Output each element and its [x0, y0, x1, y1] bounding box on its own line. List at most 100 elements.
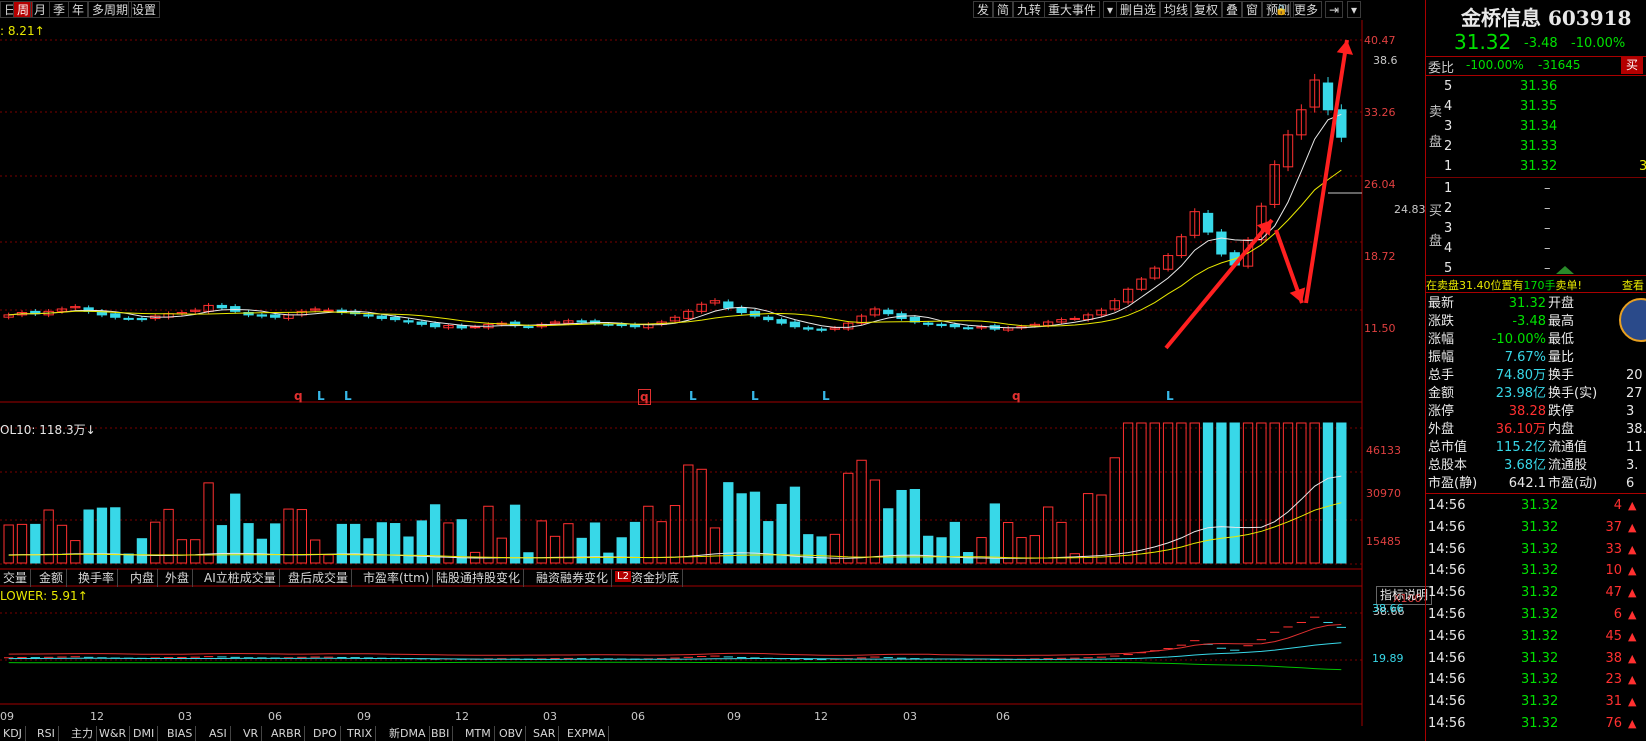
- dropdown-arrow-icon[interactable]: ▾: [1103, 1, 1118, 18]
- candle-body: [763, 316, 774, 321]
- indicator-tab[interactable]: 新DMA: [386, 726, 430, 741]
- volume-bar: [429, 504, 441, 564]
- indicator-tab[interactable]: 内盘: [127, 569, 159, 587]
- indicator-tab[interactable]: W&R: [96, 726, 131, 741]
- stat-value: 3.68亿: [1504, 458, 1546, 473]
- indicator-tab[interactable]: RSI: [34, 726, 59, 741]
- indicator-tab[interactable]: DPO: [310, 726, 341, 741]
- indicator-tab[interactable]: TRIX: [344, 726, 377, 741]
- stat-label: 内盘: [1548, 422, 1575, 437]
- tick-price: 31.32: [1521, 498, 1559, 513]
- indicator-tab[interactable]: 金额: [36, 569, 68, 587]
- indicator-tab[interactable]: ARBR: [268, 726, 306, 741]
- indicator-tab[interactable]: KDJ: [0, 726, 26, 741]
- volume-bar: [883, 508, 894, 564]
- lower-axis-label: 19.89: [1372, 652, 1404, 665]
- indicator-tab[interactable]: 外盘: [162, 569, 194, 587]
- buy-button[interactable]: 买: [1621, 57, 1643, 74]
- price-change: -3.48: [1524, 36, 1558, 51]
- signal-mark: q: [638, 389, 651, 405]
- indicator-tab[interactable]: AI立桩成交量: [201, 569, 280, 587]
- volume-bar: [576, 537, 587, 564]
- month-label: 06: [631, 710, 645, 723]
- volume-bar: [70, 540, 81, 564]
- kline-chart[interactable]: [0, 20, 1412, 726]
- volume-bar: [1202, 422, 1214, 564]
- indicator-tab[interactable]: 资金抄底: [628, 569, 684, 587]
- sell-level-number: 5: [1444, 79, 1453, 94]
- indicator-tab[interactable]: EXPMA: [564, 726, 610, 741]
- up-arrow-icon: ▲: [1628, 520, 1637, 534]
- stat-label: 最高: [1548, 314, 1575, 329]
- collapse-arrow-icon[interactable]: [1556, 266, 1574, 274]
- indicator-tab[interactable]: BBI: [428, 726, 454, 741]
- month-label: 03: [543, 710, 557, 723]
- toolbar-button[interactable]: 删自选: [1116, 1, 1161, 18]
- volume-bar: [230, 493, 241, 564]
- volume-bar: [256, 538, 268, 564]
- toolbar-button[interactable]: 窗: [1242, 1, 1263, 18]
- tick-time: 14:56: [1428, 672, 1466, 688]
- volume-bar: [243, 523, 254, 564]
- price-axis-label: 11.50: [1364, 322, 1396, 335]
- volume-bar: [389, 523, 401, 564]
- volume-bar: [16, 523, 28, 564]
- period-button[interactable]: 设置: [128, 1, 161, 18]
- expand-icon[interactable]: ⇥: [1325, 1, 1344, 18]
- up-arrow-icon: ▲: [1628, 499, 1637, 512]
- indicator-tab[interactable]: BIAS: [164, 726, 197, 741]
- period-button[interactable]: 多周期: [88, 1, 133, 18]
- volume-bar: [763, 521, 774, 564]
- indicator-tab[interactable]: 交量: [0, 569, 32, 587]
- candle-body: [230, 306, 241, 312]
- period-button[interactable]: 月: [30, 1, 51, 18]
- sell-level-price: 31.36: [1520, 79, 1558, 94]
- volume-bar: [656, 521, 667, 564]
- toolbar-button[interactable]: 简: [993, 1, 1014, 18]
- volume-bar: [310, 539, 321, 564]
- toolbar-button[interactable]: 发: [973, 1, 994, 18]
- sell-level-price: 31.35: [1520, 99, 1558, 114]
- toolbar-button[interactable]: 重大事件: [1044, 1, 1101, 18]
- volume-bar: [1256, 422, 1267, 564]
- stat-label: 振幅: [1428, 350, 1455, 365]
- toolbar-button[interactable]: 均线: [1160, 1, 1193, 18]
- notice-link[interactable]: 查看: [1622, 277, 1644, 293]
- tick-time: 14:56: [1428, 607, 1466, 622]
- period-button[interactable]: 季: [49, 1, 70, 18]
- stat-label: 市盈(静): [1428, 476, 1478, 491]
- indicator-tab[interactable]: DMI: [130, 726, 159, 741]
- toolbar-button[interactable]: 复权: [1190, 1, 1223, 18]
- indicator-tab[interactable]: 融资融券变化: [533, 569, 613, 587]
- indicator-tab[interactable]: ASI: [206, 726, 231, 741]
- dropdown-arrow-icon[interactable]: ▾: [1347, 1, 1362, 18]
- indicator-tab[interactable]: 主力: [68, 726, 97, 741]
- indicator-tab[interactable]: OBV: [496, 726, 527, 741]
- tick-volume: 23: [1605, 672, 1622, 688]
- stat-label: 跌停: [1548, 404, 1575, 419]
- volume-bar: [1082, 493, 1094, 564]
- volume-bar: [749, 491, 761, 564]
- indicator-tab[interactable]: 市盈率(ttm): [360, 569, 434, 587]
- stat-label: 总手: [1428, 368, 1455, 383]
- indicator-tab[interactable]: SAR: [530, 726, 560, 741]
- period-button[interactable]: 年: [68, 1, 89, 18]
- sell-level-volume: 3: [1639, 159, 1646, 174]
- weibi-diff: -31645: [1538, 58, 1581, 72]
- toolbar-button[interactable]: 九转: [1013, 1, 1046, 18]
- tick-volume: 6: [1613, 607, 1622, 622]
- candle-body: [136, 317, 148, 321]
- lock-icon[interactable]: 🔒: [1271, 1, 1292, 18]
- month-label: 06: [268, 710, 282, 723]
- indicator-tab[interactable]: 换手率: [75, 569, 119, 587]
- indicator-tab[interactable]: MTM: [462, 726, 495, 741]
- stat-label: 市盈(动): [1548, 476, 1598, 491]
- indicator-tab[interactable]: VR: [240, 726, 263, 741]
- indicator-tab[interactable]: 盘后成交量: [285, 569, 353, 587]
- indicator-tab[interactable]: 陆股通持股变化: [433, 569, 525, 587]
- signal-mark: L: [822, 389, 830, 403]
- toolbar-button[interactable]: 更多: [1290, 1, 1323, 18]
- tick-volume: 76: [1605, 716, 1622, 731]
- signal-mark: q: [1012, 389, 1021, 403]
- toolbar-button[interactable]: 叠: [1222, 1, 1243, 18]
